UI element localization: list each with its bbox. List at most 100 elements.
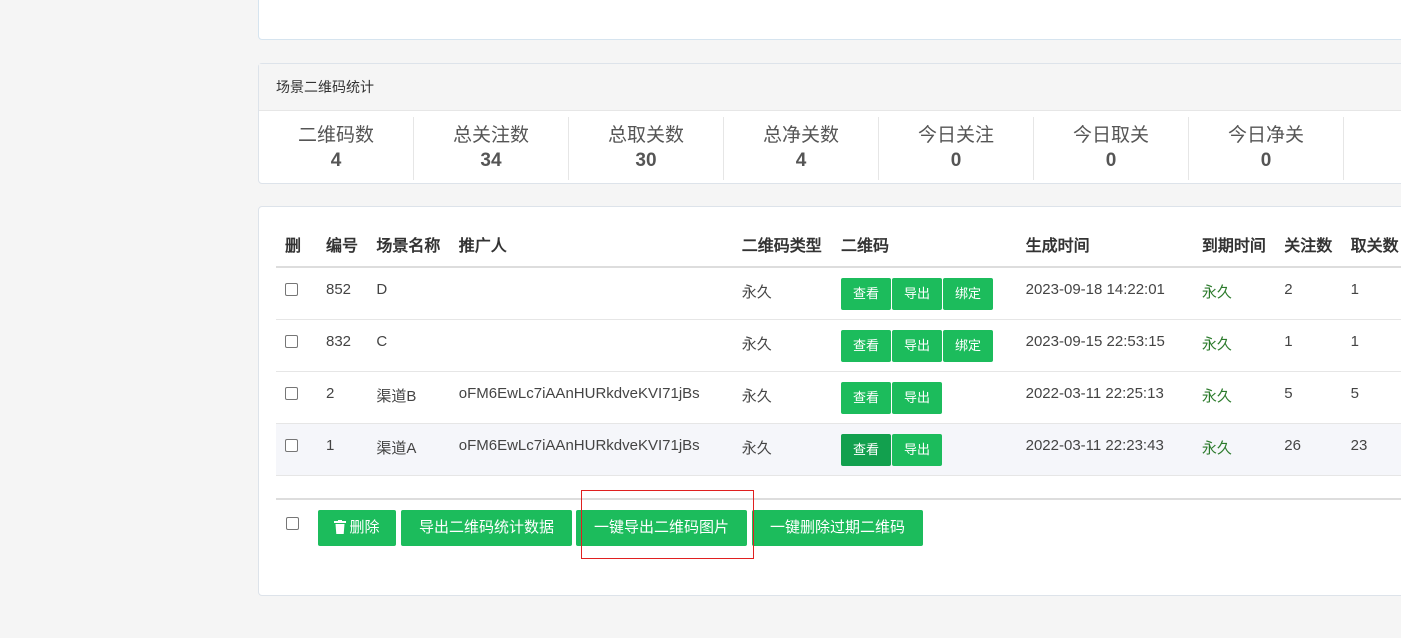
stat-label: 昨 [1344,124,1401,148]
row-id: 832 [317,319,369,372]
stat-value: 30 [635,150,657,171]
stat-value: 4 [330,150,342,171]
col-unfollows: 取关数 [1342,222,1401,268]
row-created: 2022-03-11 22:23:43 [1017,423,1194,476]
row-expire: 永久 [1193,423,1277,476]
table-header-row: 删 编号 场景名称 推广人 二维码类型 二维码 生成时间 到期时间 关注数 取关… [276,222,1401,268]
col-delete: 删 [276,222,318,268]
bind-button[interactable]: 绑定 [943,329,994,362]
row-checkbox[interactable] [285,386,298,400]
view-button[interactable]: 查看 [841,329,892,362]
row-checkbox[interactable] [285,283,298,296]
delete-button-label: 删除 [349,519,380,536]
row-id: 852 [317,267,369,320]
row-follows: 1 [1276,319,1343,372]
row-expire: 永久 [1193,267,1277,320]
row-created: 2022-03-11 22:25:13 [1017,371,1194,424]
select-all-checkbox[interactable] [286,517,299,530]
stat-label: 总取关数 [607,125,684,146]
view-button[interactable]: 查看 [841,278,892,310]
col-qrcode: 二维码 [833,222,1018,268]
export-button[interactable]: 导出 [892,329,943,362]
col-promoter: 推广人 [450,222,734,268]
table-row: 832 C 永久 查看 导出 绑定 2023-09-15 22:53:15 永久 1… [276,319,1401,372]
table-row: 2 渠道B oFM6EwLc7iAAnHURkdveKVI71jBs 永久 查看… [276,371,1401,424]
top-panel [258,0,1401,40]
table-row: 852 D 永久 查看 导出 绑定 2023-09-18 14:22:01 永久 2… [276,267,1401,320]
bind-button[interactable]: 绑定 [943,278,994,310]
export-button[interactable]: 导出 [892,278,943,310]
export-stats-button[interactable]: 导出二维码统计数据 [401,510,572,546]
table-panel: 删 编号 场景名称 推广人 二维码类型 二维码 生成时间 到期时间 关注数 取关… [258,206,1401,596]
trash-icon [334,520,347,534]
stat-value: 34 [480,150,502,171]
stat-label: 二维码数 [297,125,374,146]
col-created: 生成时间 [1017,222,1194,268]
delete-expired-button[interactable]: 一键删除过期二维码 [752,510,923,546]
row-promoter: oFM6EwLc7iAAnHURkdveKVI71jBs [450,371,734,424]
export-button[interactable]: 导出 [892,381,943,414]
row-id: 1 [317,423,369,476]
stat-value: 0 [1260,150,1272,171]
row-expire: 永久 [1193,371,1277,424]
view-button[interactable]: 查看 [841,433,892,466]
stat-label: 今日关注 [917,125,994,146]
row-qrcode-actions: 查看 导出 绑定 [833,267,1018,320]
stat-value: 4 [795,150,807,171]
row-qrcode-actions: 查看 导出 [833,371,1018,424]
row-created: 2023-09-18 14:22:01 [1017,267,1194,320]
row-name: 渠道A [368,423,451,476]
row-checkbox[interactable] [285,334,298,348]
export-button[interactable]: 导出 [892,433,943,466]
stat-label: 总净关数 [762,125,839,146]
row-created: 2023-09-15 22:53:15 [1017,319,1194,372]
stat-today-unfollows: 今日取关 0 [1034,117,1189,180]
stats-panel: 场景二维码统计 二维码数 4 总关注数 34 总取关数 30 总净关数 4 今日关注 0 … [258,63,1401,184]
stat-label: 总关注数 [452,125,529,146]
row-type: 永久 [733,423,834,476]
row-name: 渠道B [368,371,451,424]
col-expire: 到期时间 [1193,222,1277,268]
stat-qrcode-count: 二维码数 4 [259,117,414,180]
row-unfollows: 1 [1342,319,1401,372]
stat-total-unfollows: 总取关数 30 [569,117,724,180]
col-follows: 关注数 [1276,222,1343,268]
row-promoter: oFM6EwLc7iAAnHURkdveKVI71jBs [450,423,734,476]
row-promoter [450,267,734,320]
row-type: 永久 [733,371,834,424]
table-row: 1 渠道A oFM6EwLc7iAAnHURkdveKVI71jBs 永久 查看… [276,423,1401,476]
row-unfollows: 5 [1342,371,1401,424]
row-name: D [368,267,451,320]
stat-value: 0 [950,150,962,171]
row-checkbox[interactable] [285,438,298,452]
stat-label: 今日净关 [1227,125,1304,146]
view-button[interactable]: 查看 [841,381,892,414]
qrcode-table: 删 编号 场景名称 推广人 二维码类型 二维码 生成时间 到期时间 关注数 取关… [276,222,1401,476]
highlight-box [581,490,754,559]
stat-yesterday: 昨 [1344,117,1401,180]
row-follows: 5 [1276,371,1343,424]
stat-total-follows: 总关注数 34 [414,117,569,180]
col-id: 编号 [317,222,369,268]
bulk-actions-bar: 删除 导出二维码统计数据 一键导出二维码图片 一键删除过期二维码 [276,498,1401,580]
row-follows: 2 [1276,267,1343,320]
stat-total-net: 总净关数 4 [724,117,879,180]
row-qrcode-actions: 查看 导出 绑定 [833,319,1018,372]
row-name: C [368,319,451,372]
row-type: 永久 [733,267,834,320]
col-scene-name: 场景名称 [368,222,451,268]
row-unfollows: 1 [1342,267,1401,320]
stats-title: 场景二维码统计 [259,64,1401,111]
row-unfollows: 23 [1342,423,1401,476]
row-expire: 永久 [1193,319,1277,372]
row-follows: 26 [1276,423,1343,476]
stat-today-follows: 今日关注 0 [879,117,1034,180]
col-qrcode-type: 二维码类型 [733,222,834,268]
delete-button[interactable]: 删除 [318,510,396,546]
stat-label: 今日取关 [1072,125,1149,146]
stat-today-net: 今日净关 0 [1189,117,1344,180]
stat-value: 0 [1105,150,1117,171]
row-promoter [450,319,734,372]
stats-row: 二维码数 4 总关注数 34 总取关数 30 总净关数 4 今日关注 0 今日取关 0 今日… [259,111,1401,181]
row-id: 2 [317,371,369,424]
